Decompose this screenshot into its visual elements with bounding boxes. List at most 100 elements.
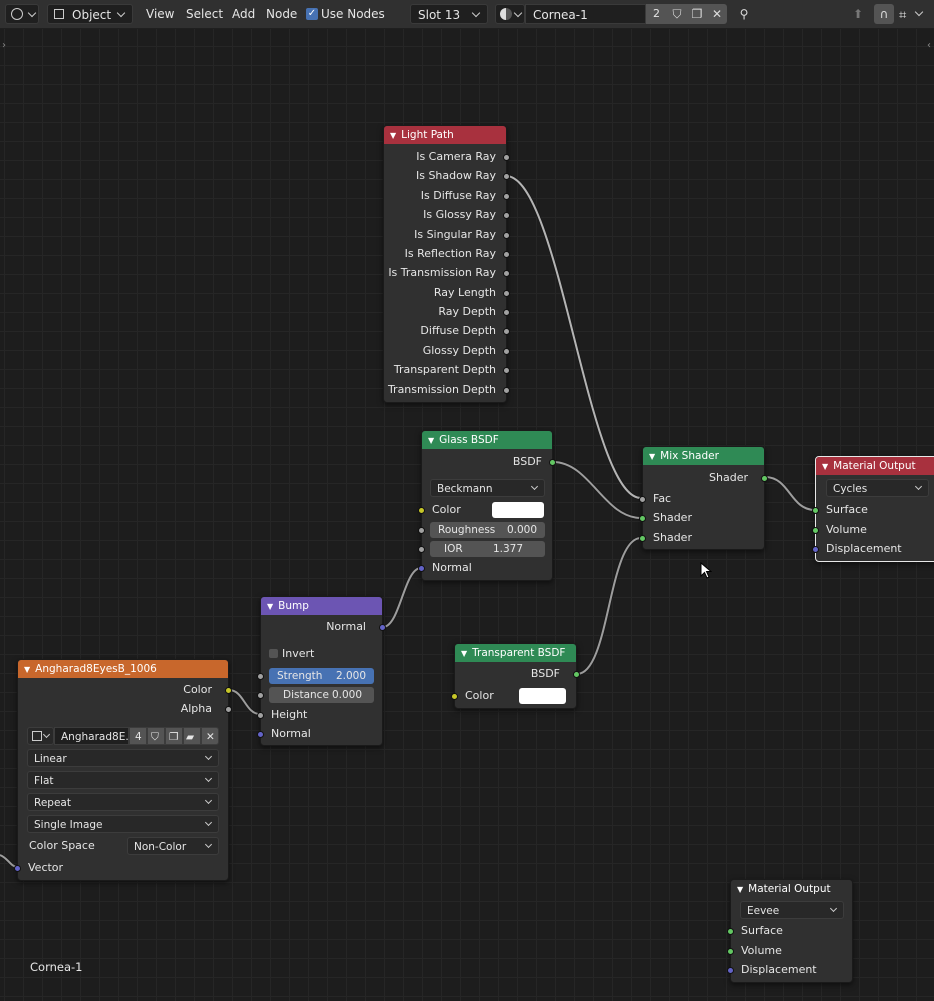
- unlink-close-icon[interactable]: ✕: [201, 727, 219, 745]
- output-is-glossy-ray: Is Glossy Ray: [384, 206, 510, 224]
- image-texture-node-header[interactable]: ▼ Angharad8EyesB_1006: [18, 660, 228, 678]
- mix-shader-node[interactable]: ▼ Mix Shader Shader Fac Shader Shader: [639, 446, 768, 550]
- socket-icon[interactable]: [503, 366, 510, 374]
- light-path-node-header[interactable]: ▼ Light Path: [384, 126, 506, 144]
- transparent-bsdf-node[interactable]: ▼ Transparent BSDF BSDF Color: [451, 643, 580, 709]
- image-name-field[interactable]: Angharad8E...: [54, 727, 129, 745]
- socket-icon[interactable]: [257, 711, 264, 719]
- collapse-triangle-icon[interactable]: ▼: [649, 448, 655, 465]
- socket-icon[interactable]: [257, 730, 264, 738]
- bump-node[interactable]: ▼ Bump Normal Invert Strength 2.000 Distan…: [257, 596, 386, 746]
- image-texture-node[interactable]: ▼ Angharad8EyesB_1006 Color Alpha Anghara…: [14, 659, 232, 881]
- socket-icon[interactable]: [418, 564, 425, 572]
- socket-icon[interactable]: [812, 545, 819, 553]
- fake-user-shield-icon[interactable]: ⛉: [147, 727, 165, 745]
- mouse-pointer-icon: [700, 562, 712, 579]
- transparent-bsdf-node-header[interactable]: ▼ Transparent BSDF: [455, 644, 576, 662]
- chevron-down-icon: [914, 482, 923, 491]
- material-output-node-header[interactable]: ▼ Material Output: [816, 457, 934, 475]
- interpolation-select[interactable]: Linear: [27, 749, 219, 767]
- strength-field[interactable]: Strength 2.000: [269, 668, 374, 684]
- socket-icon[interactable]: [418, 526, 425, 534]
- output-transparent-depth: Transparent Depth: [384, 361, 510, 379]
- input-fac: Fac: [639, 490, 764, 508]
- socket-icon[interactable]: [503, 231, 510, 239]
- socket-icon[interactable]: [418, 506, 425, 514]
- socket-icon[interactable]: [639, 514, 646, 522]
- image-browse-button[interactable]: [27, 727, 54, 745]
- socket-icon[interactable]: [727, 927, 734, 935]
- input-displacement: Displacement: [812, 540, 934, 558]
- collapse-triangle-icon[interactable]: ▼: [461, 645, 467, 662]
- socket-icon[interactable]: [225, 686, 232, 694]
- socket-icon[interactable]: [503, 327, 510, 335]
- socket-icon[interactable]: [503, 269, 510, 277]
- socket-icon[interactable]: [812, 506, 819, 514]
- collapse-triangle-icon[interactable]: ▼: [428, 432, 434, 449]
- bump-node-header[interactable]: ▼ Bump: [261, 597, 382, 615]
- socket-icon[interactable]: [257, 691, 264, 699]
- color-swatch[interactable]: [492, 502, 544, 518]
- output-bsdf: BSDF: [455, 665, 580, 683]
- collapse-triangle-icon[interactable]: ▼: [24, 661, 30, 678]
- chevron-down-icon: [204, 818, 213, 827]
- socket-icon[interactable]: [503, 192, 510, 200]
- glass-bsdf-node-header[interactable]: ▼ Glass BSDF: [422, 431, 552, 449]
- checkbox-unchecked-icon[interactable]: [269, 649, 278, 658]
- socket-icon[interactable]: [503, 289, 510, 297]
- input-normal: Normal: [257, 725, 382, 743]
- socket-icon[interactable]: [418, 545, 425, 553]
- socket-icon[interactable]: [451, 692, 458, 700]
- material-output-eevee-node[interactable]: ▼ Material Output Eevee Surface Volume Di…: [727, 879, 853, 983]
- socket-icon[interactable]: [812, 526, 819, 534]
- invert-checkbox[interactable]: Invert: [261, 645, 382, 663]
- socket-icon[interactable]: [503, 347, 510, 355]
- duplicate-icon[interactable]: ❐: [165, 727, 183, 745]
- input-displacement: Displacement: [727, 961, 852, 979]
- extension-select[interactable]: Repeat: [27, 793, 219, 811]
- color-swatch[interactable]: [519, 688, 566, 704]
- render-target-select[interactable]: Cycles: [826, 479, 929, 497]
- socket-icon[interactable]: [503, 172, 510, 180]
- projection-select[interactable]: Flat: [27, 771, 219, 789]
- socket-icon[interactable]: [503, 308, 510, 316]
- socket-icon[interactable]: [573, 670, 580, 678]
- output-normal: Normal: [261, 618, 386, 636]
- socket-icon[interactable]: [503, 153, 510, 161]
- node-title: Glass BSDF: [439, 434, 499, 446]
- source-select[interactable]: Single Image: [27, 815, 219, 833]
- socket-icon[interactable]: [503, 250, 510, 258]
- roughness-field[interactable]: Roughness 0.000: [430, 522, 545, 538]
- socket-icon[interactable]: [549, 458, 556, 466]
- material-output-cycles-node[interactable]: ▼ Material Output Cycles Surface Volume D…: [812, 456, 934, 562]
- socket-icon[interactable]: [503, 386, 510, 394]
- socket-icon[interactable]: [225, 705, 232, 713]
- socket-icon[interactable]: [727, 966, 734, 974]
- socket-icon[interactable]: [14, 864, 21, 872]
- socket-icon[interactable]: [727, 947, 734, 955]
- socket-icon[interactable]: [257, 672, 264, 680]
- output-alpha: Alpha: [18, 700, 232, 718]
- open-folder-icon[interactable]: ▰: [183, 727, 201, 745]
- material-output-node-header[interactable]: ▼ Material Output: [731, 880, 852, 898]
- ior-field[interactable]: IOR 1.377: [430, 541, 545, 557]
- socket-icon[interactable]: [503, 211, 510, 219]
- mix-shader-node-header[interactable]: ▼ Mix Shader: [643, 447, 764, 465]
- socket-icon[interactable]: [639, 534, 646, 542]
- chevron-down-icon: [204, 796, 213, 805]
- distribution-select[interactable]: Beckmann: [430, 479, 545, 497]
- distance-field[interactable]: Distance 0.000: [269, 687, 374, 703]
- socket-icon[interactable]: [761, 474, 768, 482]
- glass-bsdf-node[interactable]: ▼ Glass BSDF BSDF Beckmann Color Roughnes…: [418, 430, 556, 581]
- render-target-select[interactable]: Eevee: [740, 901, 844, 919]
- collapse-triangle-icon[interactable]: ▼: [737, 881, 743, 898]
- material-name-overlay: Cornea-1: [30, 960, 83, 974]
- light-path-node[interactable]: ▼ Light Path Is Camera Ray Is Shadow Ray …: [383, 125, 510, 403]
- socket-icon[interactable]: [379, 623, 386, 631]
- collapse-triangle-icon[interactable]: ▼: [390, 127, 396, 144]
- image-user-count[interactable]: 4: [129, 727, 147, 745]
- collapse-triangle-icon[interactable]: ▼: [822, 458, 828, 475]
- collapse-triangle-icon[interactable]: ▼: [267, 598, 273, 615]
- socket-icon[interactable]: [639, 495, 646, 503]
- color-space-select[interactable]: Non-Color: [127, 837, 219, 855]
